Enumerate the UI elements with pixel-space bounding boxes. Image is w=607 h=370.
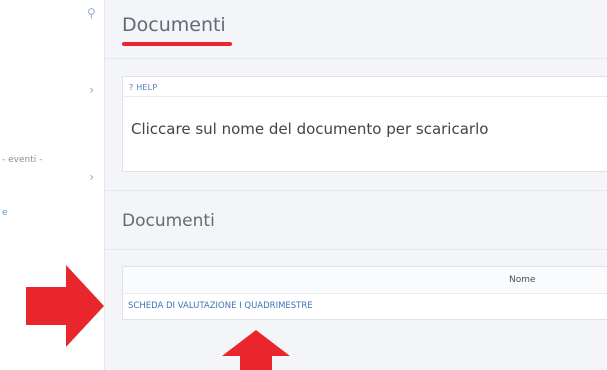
documents-table: Nome SCHEDA DI VALUTAZIONE I QUADRIMESTR… [122,266,607,320]
chevron-right-icon: › [89,170,94,184]
arrow-right-icon [26,265,104,347]
documents-title: Documenti [122,211,215,231]
sidebar-item-eventi[interactable]: - eventi - › [0,153,104,184]
help-text: Cliccare sul nome del documento per scar… [131,120,489,138]
main-content: Documenti ? HELP Cliccare sul nome del d… [105,0,607,370]
table-header: Nome [123,267,607,294]
page-title: Documenti [122,14,226,36]
page-header: Documenti [105,0,607,59]
sidebar-item-1[interactable]: › [0,80,104,102]
help-panel: ? HELP Cliccare sul nome del documento p… [122,76,607,172]
search-icon[interactable]: ⚲ [87,6,96,20]
chevron-right-icon: › [89,83,94,97]
document-link[interactable]: SCHEDA DI VALUTAZIONE I QUADRIMESTRE [128,301,313,311]
sidebar-item-label: e [2,208,8,218]
sidebar-item-active[interactable]: e [0,206,104,228]
divider [123,96,607,97]
help-label[interactable]: ? HELP [129,83,157,92]
arrow-up-icon [222,330,290,370]
title-underline [122,42,232,46]
column-header-nome[interactable]: Nome [509,275,536,285]
sidebar-item-label: - eventi - [2,155,43,165]
documents-header: Documenti [105,190,607,250]
documents-section: Documenti Nome SCHEDA DI VALUTAZIONE I Q… [105,190,607,370]
